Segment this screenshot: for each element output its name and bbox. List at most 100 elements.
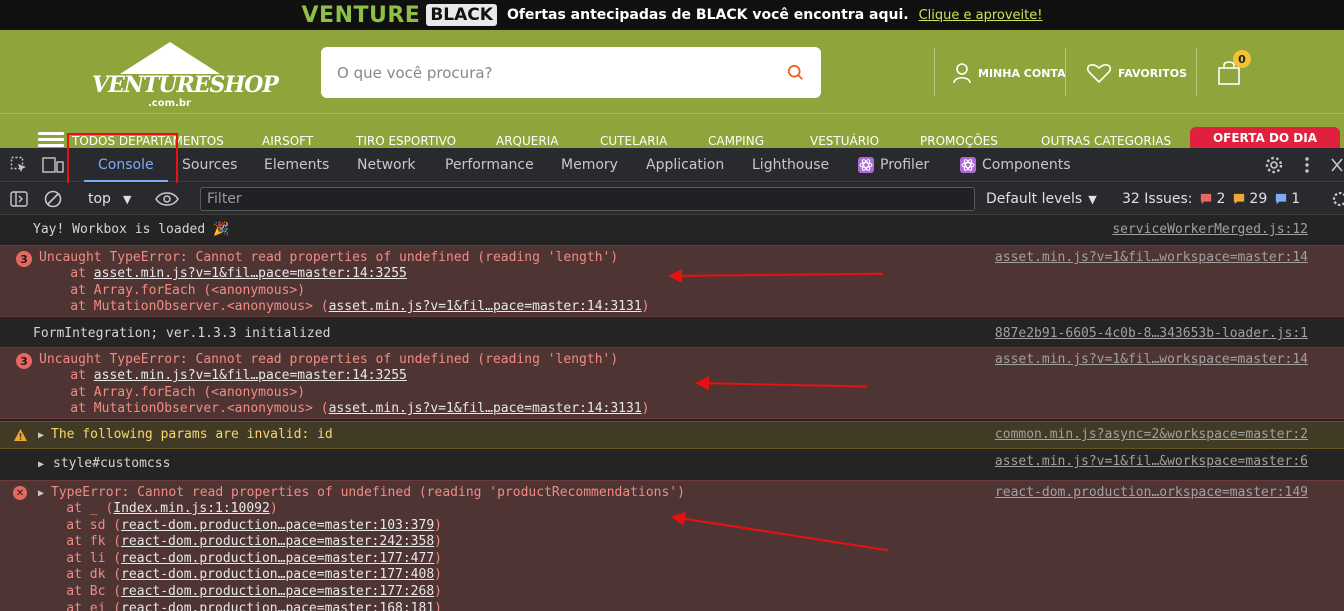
stack-link[interactable]: react-dom.production…pace=master:103:379 bbox=[121, 518, 434, 533]
device-toolbar-icon[interactable] bbox=[42, 156, 64, 174]
stack-frame: at Array.forEach (<anonymous>) bbox=[39, 283, 306, 298]
console-output: Yay! Workbox is loaded 🎉 serviceWorkerMe… bbox=[0, 216, 1344, 611]
inspect-icon[interactable] bbox=[10, 156, 28, 174]
stack-frame: at _ (Index.min.js:1:10092) bbox=[35, 501, 278, 516]
header-divider bbox=[0, 113, 1344, 114]
stack-frame: at li (react-dom.production…pace=master:… bbox=[35, 550, 442, 566]
source-link[interactable]: serviceWorkerMerged.js:12 bbox=[1112, 222, 1308, 238]
logo-name: VENTURESHOP bbox=[92, 72, 279, 98]
stack-link[interactable]: asset.min.js?v=1&fil…pace=master:14:3131 bbox=[329, 401, 642, 416]
react-icon bbox=[960, 157, 976, 173]
tab-performance[interactable]: Performance bbox=[445, 148, 534, 182]
console-error: ✕ ▶ TypeError: Cannot read properties of… bbox=[0, 480, 1344, 611]
nav-item-promocoes[interactable]: PROMOÇÕES bbox=[920, 134, 998, 148]
console-warning[interactable]: ▶ The following params are invalid: id c… bbox=[0, 421, 1344, 449]
nav-item-arqueria[interactable]: ARQUERIA bbox=[496, 134, 558, 148]
issues-button[interactable]: 32 Issues: 2 29 1 bbox=[1122, 183, 1300, 215]
repeat-count-badge: 3 bbox=[16, 251, 32, 267]
nav-item-cutelaria[interactable]: CUTELARIA bbox=[600, 134, 667, 148]
favorites-label: FAVORITOS bbox=[1118, 66, 1188, 80]
stack-link[interactable]: react-dom.production…pace=master:177:268 bbox=[121, 584, 434, 599]
devtools-tabbar: Console Sources Elements Network Perform… bbox=[0, 148, 1344, 321]
issue-icon bbox=[1201, 193, 1212, 205]
expand-triangle-icon[interactable]: ▶ bbox=[38, 459, 44, 470]
header-separator bbox=[934, 48, 935, 96]
filter-input[interactable] bbox=[200, 187, 975, 211]
context-selector[interactable]: top ▼ bbox=[88, 183, 131, 215]
nav-item-camping[interactable]: CAMPING bbox=[708, 134, 764, 148]
expand-triangle-icon[interactable]: ▶ bbox=[38, 430, 44, 441]
oferta-do-dia-button[interactable]: OFERTA DO DIA bbox=[1190, 127, 1340, 148]
nav-item-airsoft[interactable]: AIRSOFT bbox=[262, 134, 313, 148]
tab-components[interactable]: Components bbox=[960, 148, 1071, 182]
issue-warning-icon bbox=[1234, 193, 1245, 205]
eye-icon[interactable] bbox=[155, 191, 179, 207]
tab-memory[interactable]: Memory bbox=[561, 148, 618, 182]
menu-icon[interactable] bbox=[38, 132, 64, 147]
chevron-down-icon: ▼ bbox=[1088, 192, 1097, 206]
search-box bbox=[321, 47, 821, 98]
source-link[interactable]: 887e2b91-6605-4c0b-8…343653b-loader.js:1 bbox=[995, 326, 1308, 342]
issues-info-count: 1 bbox=[1275, 191, 1300, 207]
source-link[interactable]: asset.min.js?v=1&fil…&workspace=master:6 bbox=[995, 454, 1308, 470]
stack-frame: at asset.min.js?v=1&fil…pace=master:14:3… bbox=[39, 266, 407, 281]
console-message: FormIntegration; ver.1.3.3 initialized 8… bbox=[33, 326, 1308, 342]
tab-sources[interactable]: Sources bbox=[182, 148, 237, 182]
source-link[interactable]: common.min.js?async=2&workspace=master:2 bbox=[995, 427, 1308, 443]
clear-console-icon[interactable] bbox=[43, 190, 63, 208]
header-separator bbox=[1196, 48, 1197, 96]
console-toolbar: top ▼ Default levels ▼ 32 Issues: 2 29 1 bbox=[0, 183, 1344, 215]
tab-profiler[interactable]: Profiler bbox=[858, 148, 929, 182]
stack-link[interactable]: asset.min.js?v=1&fil…pace=master:14:3255 bbox=[94, 266, 407, 281]
cart-count-badge: 0 bbox=[1233, 50, 1251, 68]
user-icon bbox=[953, 63, 971, 84]
console-message[interactable]: ▶ style#customcss asset.min.js?v=1&fil…&… bbox=[0, 450, 1344, 478]
tab-lighthouse[interactable]: Lighthouse bbox=[752, 148, 829, 182]
more-options-icon[interactable] bbox=[1303, 155, 1311, 175]
nav-item-tiro[interactable]: TIRO ESPORTIVO bbox=[356, 134, 456, 148]
account-label: MINHA CONTA bbox=[978, 66, 1066, 80]
account-link[interactable]: MINHA CONTA bbox=[952, 62, 1066, 84]
stack-frame: at Array.forEach (<anonymous>) bbox=[39, 385, 306, 400]
close-icon[interactable] bbox=[1330, 157, 1344, 173]
favorites-link[interactable]: FAVORITOS bbox=[1086, 62, 1187, 84]
cart-button[interactable]: 0 bbox=[1216, 50, 1251, 90]
stack-frame: at fk (react-dom.production…pace=master:… bbox=[35, 534, 442, 550]
chevron-down-icon: ▼ bbox=[122, 192, 132, 206]
source-link[interactable]: react-dom.production…orkspace=master:149 bbox=[995, 485, 1308, 501]
log-levels-dropdown[interactable]: Default levels ▼ bbox=[986, 183, 1097, 215]
issue-info-icon bbox=[1276, 193, 1287, 205]
gear-icon[interactable] bbox=[1264, 155, 1284, 175]
console-settings-icon[interactable] bbox=[1330, 191, 1344, 207]
expand-triangle-icon[interactable]: ▶ bbox=[38, 488, 44, 499]
heart-icon bbox=[1086, 64, 1112, 84]
react-icon bbox=[858, 157, 874, 173]
tab-profiler-label: Profiler bbox=[880, 157, 930, 173]
tab-elements[interactable]: Elements bbox=[264, 148, 329, 182]
search-input[interactable] bbox=[337, 63, 787, 82]
stack-link[interactable]: asset.min.js?v=1&fil…pace=master:14:3255 bbox=[94, 368, 407, 383]
stack-link[interactable]: react-dom.production…pace=master:177:477 bbox=[121, 551, 434, 566]
nav-item-vestuario[interactable]: VESTUÁRIO bbox=[810, 134, 879, 148]
stack-link[interactable]: Index.min.js:1:10092 bbox=[113, 501, 270, 516]
search-icon[interactable] bbox=[787, 64, 805, 82]
nav-item-outras[interactable]: OUTRAS CATEGORIAS bbox=[1041, 134, 1171, 148]
stack-link[interactable]: react-dom.production…pace=master:242:358 bbox=[121, 534, 434, 549]
tab-components-label: Components bbox=[982, 157, 1071, 173]
promo-link[interactable]: Clique e aproveite! bbox=[919, 8, 1043, 23]
promo-badge: BLACK bbox=[426, 4, 497, 26]
issues-warning-count: 29 bbox=[1233, 191, 1267, 207]
source-link[interactable]: asset.min.js?v=1&fil…workspace=master:14 bbox=[995, 250, 1308, 266]
stack-link[interactable]: react-dom.production…pace=master:177:408 bbox=[121, 567, 434, 582]
site-header: VENTURESHOP .com.br MINHA CONTA FAVORITO… bbox=[0, 30, 1344, 148]
stack-link[interactable]: asset.min.js?v=1&fil…pace=master:14:3131 bbox=[329, 299, 642, 314]
source-link[interactable]: asset.min.js?v=1&fil…workspace=master:14 bbox=[995, 352, 1308, 368]
stack-link[interactable]: react-dom.production…pace=master:168:181 bbox=[121, 601, 434, 611]
repeat-count-badge: 3 bbox=[16, 353, 32, 369]
tab-network[interactable]: Network bbox=[357, 148, 415, 182]
tab-application[interactable]: Application bbox=[646, 148, 724, 182]
mountain-icon bbox=[120, 42, 220, 74]
promo-brand: VENTURE bbox=[301, 2, 421, 28]
sidebar-toggle-icon[interactable] bbox=[10, 191, 28, 207]
site-logo[interactable]: VENTURESHOP .com.br bbox=[92, 40, 279, 109]
